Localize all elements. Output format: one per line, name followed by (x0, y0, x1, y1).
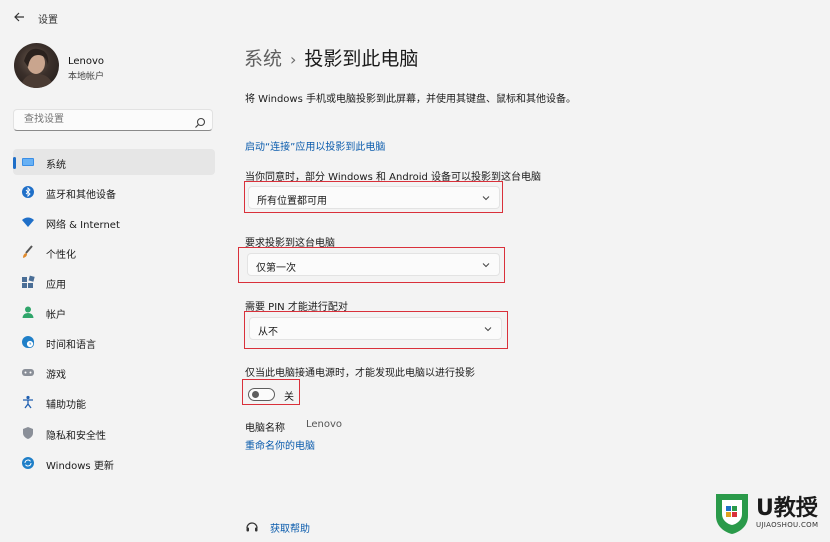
require-pin-dropdown[interactable]: 从不 (249, 317, 502, 340)
bluetooth-icon (21, 185, 35, 199)
gamepad-icon (21, 365, 35, 379)
breadcrumb-parent[interactable]: 系统 (244, 48, 282, 70)
sidebar-item-system[interactable]: 系统 (13, 149, 215, 175)
breadcrumb-separator: › (290, 50, 297, 69)
sidebar-item-label: 辅助功能 (46, 400, 86, 411)
dropdown-value: 仅第一次 (256, 263, 296, 274)
ask-projection-dropdown[interactable]: 仅第一次 (247, 253, 500, 276)
toggle-state-label: 关 (284, 392, 294, 403)
avatar[interactable] (14, 43, 59, 88)
sidebar-item-apps[interactable]: 应用 (13, 269, 215, 295)
dropdown-value: 所有位置都可用 (257, 196, 327, 207)
back-arrow-icon[interactable] (12, 10, 26, 24)
power-only-toggle[interactable] (248, 388, 275, 401)
sidebar-item-bluetooth[interactable]: 蓝牙和其他设备 (13, 179, 215, 205)
sidebar-item-label: 游戏 (46, 370, 66, 381)
availability-dropdown[interactable]: 所有位置都可用 (248, 186, 500, 209)
sidebar-item-label: 应用 (46, 280, 66, 291)
active-indicator (13, 157, 16, 169)
pc-name-label: 电脑名称 (245, 423, 285, 434)
dropdown-value: 从不 (258, 327, 278, 338)
sidebar-item-windows-update[interactable]: Windows 更新 (13, 450, 215, 476)
sidebar-item-network[interactable]: 网络 & Internet (13, 209, 215, 235)
sidebar-item-label: 帐户 (46, 310, 66, 321)
help-icon (245, 519, 259, 533)
sidebar-item-gaming[interactable]: 游戏 (13, 359, 215, 385)
sidebar-item-label: Windows 更新 (46, 461, 114, 472)
chevron-down-icon (481, 193, 491, 203)
chevron-down-icon (481, 260, 491, 270)
person-icon (21, 305, 35, 319)
sidebar-item-label: 网络 & Internet (46, 220, 120, 231)
power-only-label: 仅当此电脑接通电源时，才能发现此电脑以进行投影 (245, 368, 475, 379)
wifi-icon (21, 215, 35, 229)
sidebar-item-label: 系统 (46, 160, 66, 171)
launch-connect-app-link[interactable]: 启动“连接”应用以投影到此电脑 (245, 138, 385, 153)
sidebar-item-label: 时间和语言 (46, 340, 96, 351)
pc-name-value: Lenovo (306, 419, 343, 430)
rename-pc-link[interactable]: 重命名你的电脑 (245, 437, 315, 452)
search-input[interactable] (22, 113, 196, 126)
brush-icon (21, 245, 35, 259)
sidebar-item-accessibility[interactable]: 辅助功能 (13, 389, 215, 415)
sidebar-item-label: 个性化 (46, 250, 76, 261)
watermark-logo: U教授 UJIAOSHOU.COM (712, 490, 824, 536)
search-icon[interactable] (194, 114, 206, 128)
sidebar-item-personalization[interactable]: 个性化 (13, 239, 215, 265)
sidebar-item-accounts[interactable]: 帐户 (13, 299, 215, 325)
sidebar-item-label: 隐私和安全性 (46, 431, 106, 442)
accessibility-icon (21, 395, 35, 409)
window-title: 设置 (38, 15, 58, 26)
update-icon (21, 456, 35, 470)
globe-clock-icon (21, 335, 35, 349)
sidebar-item-label: 蓝牙和其他设备 (46, 190, 116, 201)
breadcrumb: 系统 › 投影到此电脑 (244, 44, 418, 71)
toggle-knob (252, 391, 259, 398)
get-help-link[interactable]: 获取帮助 (270, 520, 310, 535)
watermark-brand: U教授 (756, 496, 818, 521)
page-title: 投影到此电脑 (304, 48, 419, 70)
sidebar-item-time-language[interactable]: 时间和语言 (13, 329, 215, 355)
search-box[interactable] (13, 109, 213, 131)
watermark-url: UJIAOSHOU.COM (756, 521, 819, 529)
page-description: 将 Windows 手机或电脑投影到此屏幕，并使用其键盘、鼠标和其他设备。 (245, 94, 576, 105)
user-name: Lenovo (68, 56, 105, 67)
account-type: 本地帐户 (68, 72, 105, 82)
shield-icon (21, 426, 35, 440)
chevron-down-icon (483, 324, 493, 334)
monitor-icon (21, 155, 35, 169)
apps-icon (21, 275, 35, 289)
sidebar-item-privacy-security[interactable]: 隐私和安全性 (13, 420, 215, 446)
